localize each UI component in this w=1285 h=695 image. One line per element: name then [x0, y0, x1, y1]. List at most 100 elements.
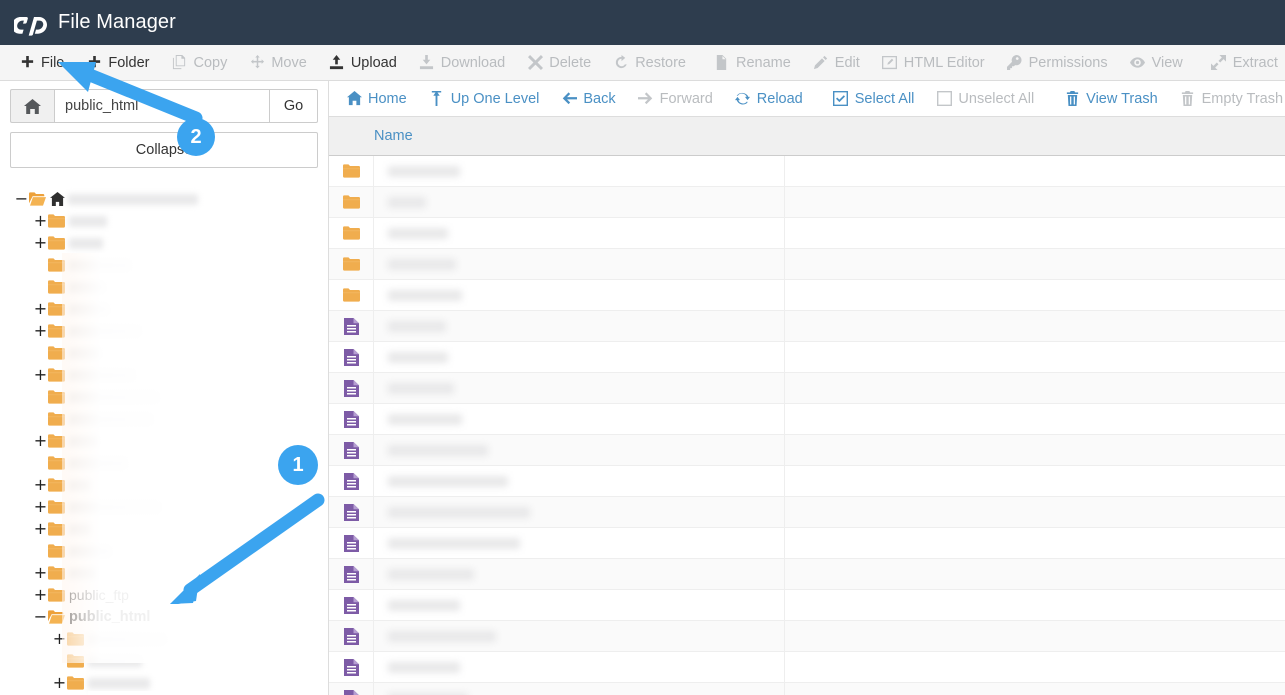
file-name-cell[interactable] — [374, 661, 784, 673]
file-name-cell[interactable] — [374, 382, 784, 394]
expand-icon[interactable]: + — [33, 499, 48, 515]
table-row[interactable] — [329, 558, 1285, 590]
table-row[interactable] — [329, 186, 1285, 218]
folder-icon — [48, 434, 65, 448]
tree-item[interactable] — [14, 650, 328, 672]
tree-item[interactable]: + — [14, 232, 328, 254]
file-name-cell[interactable] — [374, 351, 784, 363]
table-row[interactable] — [329, 620, 1285, 652]
table-row[interactable] — [329, 465, 1285, 497]
file-name-cell[interactable] — [374, 320, 784, 332]
toolbar-button-folder[interactable]: Folder — [75, 45, 160, 81]
document-icon — [329, 651, 374, 683]
collapse-button[interactable]: Collapse — [10, 132, 318, 168]
expand-icon[interactable]: + — [33, 323, 48, 339]
nav-button-up-one-level[interactable]: Up One Level — [418, 81, 551, 117]
tree-item[interactable]: + — [14, 562, 328, 584]
expand-icon[interactable]: + — [52, 631, 67, 647]
file-name-cell[interactable] — [374, 599, 784, 611]
document-icon — [329, 465, 374, 497]
toolbar-button-file[interactable]: File — [8, 45, 75, 81]
tree-item[interactable] — [14, 254, 328, 276]
collapse-icon[interactable]: − — [14, 191, 29, 207]
tree-item[interactable]: + — [14, 474, 328, 496]
tree-item[interactable]: + — [14, 320, 328, 342]
tree-item[interactable]: + — [14, 364, 328, 386]
tree-item[interactable] — [14, 342, 328, 364]
nav-button-back[interactable]: Back — [550, 81, 626, 117]
file-name-cell[interactable] — [374, 413, 784, 425]
file-name-cell[interactable] — [374, 568, 784, 580]
tree-item[interactable]: + — [14, 628, 328, 650]
table-row[interactable] — [329, 589, 1285, 621]
file-name-cell[interactable] — [374, 227, 784, 239]
file-name-cell[interactable] — [374, 475, 784, 487]
table-row[interactable] — [329, 217, 1285, 249]
tree-item[interactable]: + — [14, 518, 328, 540]
column-divider — [784, 527, 785, 559]
table-row[interactable] — [329, 682, 1285, 695]
nav-button-reload[interactable]: Reload — [724, 81, 814, 117]
table-row[interactable] — [329, 527, 1285, 559]
tree-item[interactable]: − public_html — [14, 606, 328, 628]
path-input[interactable] — [54, 89, 270, 123]
table-row[interactable] — [329, 651, 1285, 683]
file-name-redacted — [388, 351, 448, 363]
file-name-cell[interactable] — [374, 289, 784, 301]
table-row[interactable] — [329, 341, 1285, 373]
directory-tree: −+++++++++++public_ftp−public_html+++ — [0, 188, 328, 695]
expand-icon[interactable]: + — [33, 521, 48, 537]
file-name-cell[interactable] — [374, 537, 784, 549]
expand-icon[interactable]: + — [33, 213, 48, 229]
table-row[interactable] — [329, 279, 1285, 311]
expand-icon[interactable]: + — [33, 565, 48, 581]
collapse-icon[interactable]: − — [33, 609, 48, 625]
file-name-cell[interactable] — [374, 165, 784, 177]
table-row[interactable] — [329, 372, 1285, 404]
table-row[interactable] — [329, 310, 1285, 342]
expand-icon[interactable]: + — [33, 235, 48, 251]
file-name-cell[interactable] — [374, 630, 784, 642]
tree-item[interactable] — [14, 540, 328, 562]
file-name-redacted — [388, 568, 474, 580]
nav-button-view-trash[interactable]: View Trash — [1053, 81, 1168, 117]
expand-icon[interactable]: + — [33, 477, 48, 493]
toolbar-button-label: Copy — [193, 54, 228, 71]
file-name-cell[interactable] — [374, 506, 784, 518]
toolbar-button-upload[interactable]: Upload — [318, 45, 408, 81]
table-row[interactable] — [329, 248, 1285, 280]
table-row[interactable] — [329, 155, 1285, 187]
table-row[interactable] — [329, 434, 1285, 466]
nav-button-select-all[interactable]: Select All — [822, 81, 926, 117]
key-icon — [1007, 55, 1023, 71]
tree-item[interactable]: + — [14, 430, 328, 452]
name-column-header[interactable]: Name — [374, 127, 784, 145]
tree-item[interactable]: + public_ftp — [14, 584, 328, 606]
tree-item[interactable]: + — [14, 298, 328, 320]
go-button[interactable]: Go — [270, 89, 318, 123]
file-name-cell[interactable] — [374, 444, 784, 456]
tree-item[interactable]: − — [14, 188, 328, 210]
table-row[interactable] — [329, 403, 1285, 435]
file-name-cell[interactable] — [374, 196, 784, 208]
expand-icon[interactable]: + — [33, 433, 48, 449]
tree-item[interactable] — [14, 408, 328, 430]
expand-icon[interactable]: + — [33, 301, 48, 317]
expand-icon[interactable]: + — [33, 587, 48, 603]
tree-item[interactable] — [14, 452, 328, 474]
expand-icon[interactable]: + — [33, 367, 48, 383]
expand-icon[interactable]: + — [52, 675, 67, 691]
folder-icon — [48, 368, 65, 382]
tree-item[interactable]: + — [14, 672, 328, 694]
table-row[interactable] — [329, 496, 1285, 528]
tree-item[interactable] — [14, 276, 328, 298]
home-icon[interactable] — [10, 89, 54, 123]
file-name-cell[interactable] — [374, 258, 784, 270]
nav-button-home[interactable]: Home — [335, 81, 418, 117]
folder-icon — [48, 566, 65, 580]
tree-item[interactable]: + — [14, 496, 328, 518]
tree-item[interactable] — [14, 386, 328, 408]
tree-item-label: public_html — [69, 609, 151, 625]
tree-item[interactable]: + — [14, 210, 328, 232]
toolbar-button-label: Move — [271, 54, 307, 71]
